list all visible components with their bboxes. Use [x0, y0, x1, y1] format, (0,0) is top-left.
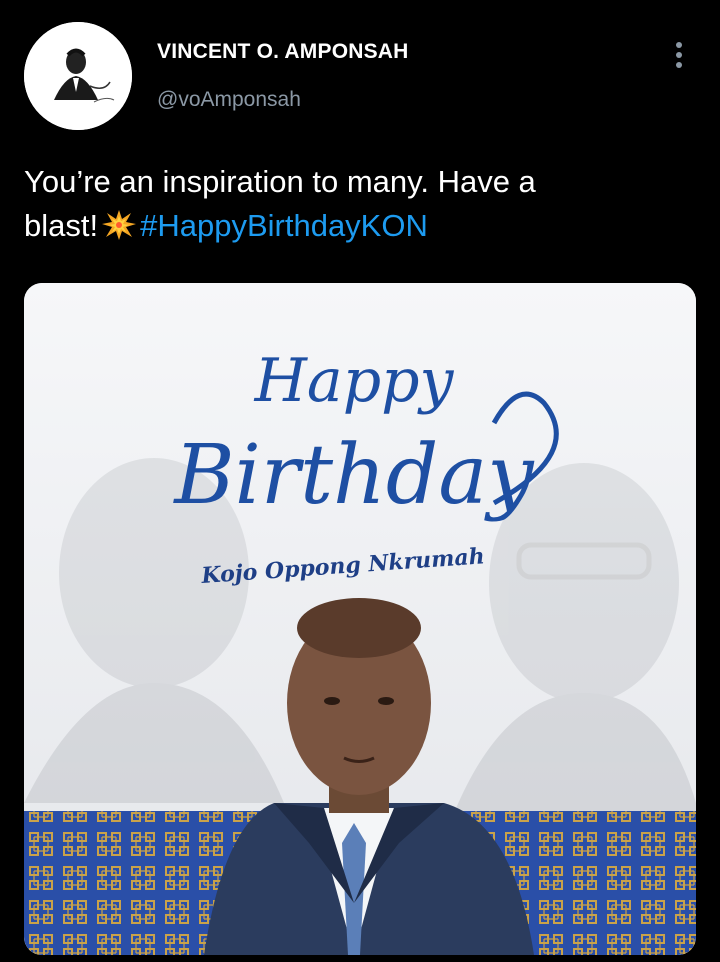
avatar[interactable]: [24, 22, 132, 130]
hashtag-link[interactable]: #HappyBirthdayKON: [140, 208, 428, 243]
headline-birthday: Birthday: [172, 428, 535, 523]
headline-happy: Happy: [254, 346, 455, 416]
dot: [676, 52, 682, 58]
tweet-text: You’re an inspiration to many. Have a bl…: [24, 160, 694, 248]
author-name[interactable]: VINCENT O. AMPONSAH: [157, 40, 409, 64]
dot: [676, 62, 682, 68]
tweet-media-image[interactable]: Happy Birthday Kojo Oppong Nkrumah: [24, 283, 696, 955]
more-options-icon[interactable]: [672, 40, 686, 70]
avatar-icon: [24, 22, 132, 130]
dot: [676, 42, 682, 48]
birthday-poster: Happy Birthday Kojo Oppong Nkrumah: [24, 283, 696, 955]
tweet-text-line1: You’re an inspiration to many. Have a: [24, 164, 536, 199]
collision-icon: [102, 208, 137, 240]
tweet-text-line2: blast!: [24, 208, 99, 243]
tweet-header: VINCENT O. AMPONSAH @voAmponsah: [0, 0, 720, 140]
author-handle[interactable]: @voAmponsah: [157, 88, 301, 112]
